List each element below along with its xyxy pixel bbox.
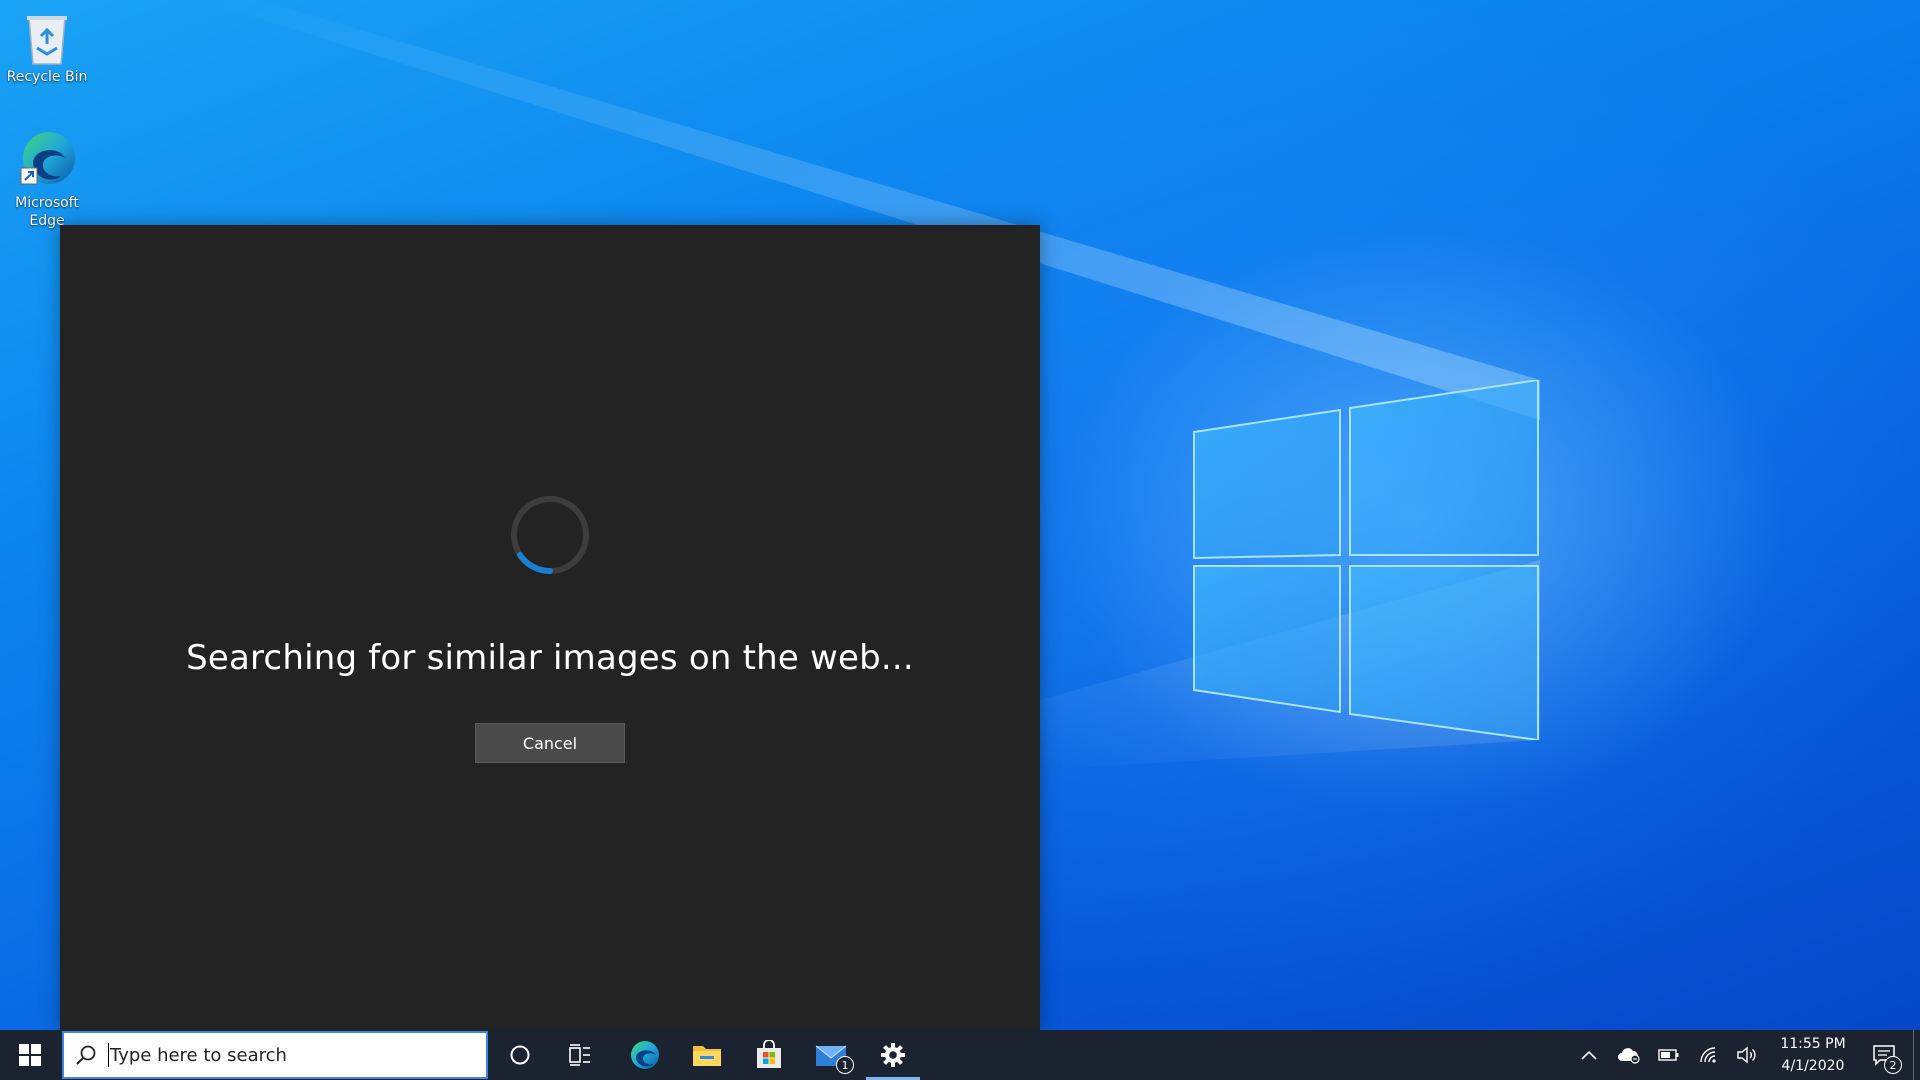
speaker-icon [1737,1046,1756,1064]
taskbar-file-explorer-button[interactable] [676,1030,738,1080]
battery-icon [1658,1049,1679,1061]
taskbar-mail-button[interactable]: 1 [800,1030,862,1080]
store-bag-icon [757,1040,781,1068]
clock-time: 11:55 PM [1780,1036,1846,1052]
desktop-icon-microsoft-edge[interactable]: Microsoft Edge [2,128,92,230]
text-caret [108,1043,109,1067]
gear-icon [881,1043,905,1067]
cortana-circle-icon [510,1045,530,1065]
taskbar-clock[interactable]: 11:55 PM 4/1/2020 [1768,1030,1858,1080]
desktop-icon-label: Microsoft Edge [15,195,79,229]
taskbar-store-button[interactable] [738,1030,800,1080]
windows-logo [1193,380,1539,740]
taskbar-settings-button[interactable] [862,1030,924,1080]
taskbar-task-view-button[interactable] [550,1030,610,1080]
tray-onedrive-button[interactable] [1610,1030,1648,1080]
recycle-bin-icon [27,16,67,65]
start-button[interactable] [0,1030,60,1080]
desktop-icon-label: Recycle Bin [6,69,88,85]
mail-badge: 1 [836,1056,854,1074]
tray-battery-button[interactable] [1650,1030,1688,1080]
notification-count-badge: 2 [1884,1056,1902,1074]
taskbar-search-box[interactable] [62,1031,488,1079]
visual-search-dialog: Searching for similar images on the web.… [60,225,1040,1030]
windows-start-icon [19,1044,41,1066]
tray-network-button[interactable] [1690,1030,1728,1080]
search-input[interactable] [110,1035,470,1075]
taskbar: 1 [0,1030,1920,1080]
chevron-up-icon [1581,1050,1597,1060]
desktop-icon-recycle-bin[interactable]: Recycle Bin [2,8,92,86]
show-desktop-button[interactable] [1913,1030,1920,1080]
onedrive-cloud-icon [1618,1048,1640,1064]
cancel-button[interactable]: Cancel [475,723,625,763]
edge-icon [20,132,75,185]
search-icon [64,1044,108,1066]
show-hidden-icons-button[interactable] [1570,1030,1608,1080]
tray-volume-button[interactable] [1728,1030,1766,1080]
taskbar-edge-button[interactable] [614,1030,676,1080]
taskbar-cortana-button[interactable] [490,1030,550,1080]
clock-date: 4/1/2020 [1781,1058,1845,1074]
edge-icon [631,1041,659,1069]
action-center-button[interactable]: 2 [1862,1030,1906,1080]
loading-spinner [511,496,589,575]
task-view-icon [569,1044,590,1066]
folder-icon [693,1046,721,1066]
search-status-text: Searching for similar images on the web.… [186,638,914,678]
wifi-icon [1700,1047,1716,1063]
